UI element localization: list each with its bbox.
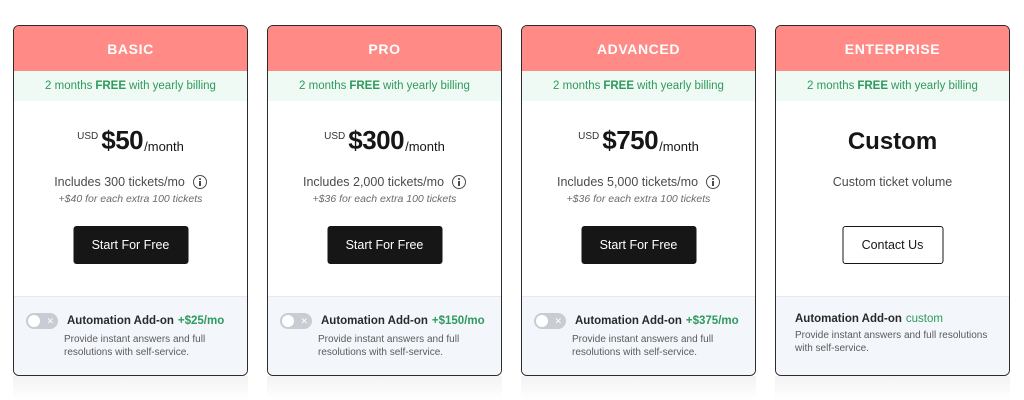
price-amount: $300 (348, 125, 405, 155)
promo-highlight: FREE (857, 80, 889, 92)
price: USD $750 /month (578, 125, 699, 161)
addon-description: Provide instant answers and full resolut… (318, 334, 460, 358)
toggle-off-icon: ✕ (554, 316, 562, 326)
addon-toggle[interactable]: ✕ (280, 313, 312, 329)
toggle-knob (28, 315, 40, 327)
yearly-billing-promo: 2 months FREE with yearly billing (268, 71, 501, 101)
promo-prefix: 2 months (553, 80, 601, 92)
start-for-free-button[interactable]: Start For Free (581, 226, 696, 264)
promo-suffix: with yearly billing (637, 80, 724, 92)
ticket-allowance: Includes 300 tickets/mo (54, 175, 207, 189)
promo-prefix: 2 months (807, 80, 855, 92)
promo-prefix: 2 months (299, 80, 347, 92)
addon-row: ✕ Automation Add-on +$25/mo (26, 313, 247, 329)
plan-card-basic: BASIC 2 months FREE with yearly billing … (13, 25, 248, 376)
yearly-billing-promo: 2 months FREE with yearly billing (14, 71, 247, 101)
addon-toggle[interactable]: ✕ (26, 313, 58, 329)
addon-row: ✕ Automation Add-on +$150/mo (280, 313, 501, 329)
price-amount: $750 (602, 125, 659, 155)
yearly-billing-promo: 2 months FREE with yearly billing (776, 71, 1009, 101)
addon-row: Automation Add-on custom (795, 313, 1009, 325)
ticket-allowance-text: Includes 5,000 tickets/mo (556, 175, 699, 189)
ticket-allowance-text: Custom ticket volume (832, 175, 953, 189)
pricing-plans: BASIC 2 months FREE with yearly billing … (0, 0, 1024, 400)
addon-title: Automation Add-on (67, 315, 174, 327)
card-shadow (775, 376, 1010, 400)
plan-body: USD $300 /month Includes 2,000 tickets/m… (268, 101, 501, 296)
toggle-knob (536, 315, 548, 327)
price-currency: USD (77, 131, 99, 142)
plan-card-enterprise: ENTERPRISE 2 months FREE with yearly bil… (775, 25, 1010, 376)
automation-addon: ✕ Automation Add-on +$25/mo Provide inst… (14, 296, 247, 375)
info-circle-icon[interactable] (706, 175, 721, 189)
ticket-allowance: Custom ticket volume (833, 175, 952, 189)
addon-row: ✕ Automation Add-on +$375/mo (534, 313, 755, 329)
price: Custom (848, 125, 937, 161)
card-shadow (13, 376, 248, 400)
promo-suffix: with yearly billing (129, 80, 216, 92)
price-period: /month (659, 139, 699, 154)
extra-ticket-price: +$36 for each extra 100 tickets (566, 193, 711, 205)
plan-name: ADVANCED (522, 26, 755, 71)
addon-description: Provide instant answers and full resolut… (64, 334, 206, 358)
yearly-billing-promo: 2 months FREE with yearly billing (522, 71, 755, 101)
addon-price: +$150/mo (431, 315, 485, 327)
price-currency: USD (324, 131, 346, 142)
price-period: /month (144, 139, 184, 154)
automation-addon: ✕ Automation Add-on +$150/mo Provide ins… (268, 296, 501, 375)
plan-body: USD $750 /month Includes 5,000 tickets/m… (522, 101, 755, 296)
price: USD $300 /month (324, 125, 445, 161)
promo-highlight: FREE (95, 80, 127, 92)
ticket-allowance-text: Includes 300 tickets/mo (54, 175, 185, 189)
plan-card-advanced: ADVANCED 2 months FREE with yearly billi… (521, 25, 756, 376)
addon-description: Provide instant answers and full resolut… (572, 334, 714, 358)
plan-name: BASIC (14, 26, 247, 71)
info-circle-icon[interactable] (192, 175, 207, 189)
addon-price: +$25/mo (177, 315, 225, 327)
addon-description: Provide instant answers and full resolut… (795, 330, 988, 354)
price-period: /month (405, 139, 445, 154)
plan-card-pro: PRO 2 months FREE with yearly billing US… (267, 25, 502, 376)
plan-body: Custom Custom ticket volume Contact Us (776, 101, 1009, 296)
start-for-free-button[interactable]: Start For Free (73, 226, 188, 264)
promo-suffix: with yearly billing (383, 80, 470, 92)
price-currency: USD (578, 131, 600, 142)
info-circle-icon[interactable] (452, 175, 467, 189)
automation-addon: Automation Add-on custom Provide instant… (776, 296, 1009, 375)
addon-title: Automation Add-on (575, 315, 682, 327)
toggle-knob (282, 315, 294, 327)
custom-price-title: Custom (847, 128, 938, 155)
addon-title: Automation Add-on (795, 313, 902, 325)
contact-us-button[interactable]: Contact Us (842, 226, 943, 264)
promo-highlight: FREE (603, 80, 635, 92)
addon-price: custom (905, 313, 943, 325)
promo-highlight: FREE (349, 80, 381, 92)
addon-price: +$375/mo (685, 315, 739, 327)
price-amount: $50 (101, 125, 144, 155)
toggle-off-icon: ✕ (46, 316, 54, 326)
card-shadow (521, 376, 756, 400)
extra-ticket-price: +$36 for each extra 100 tickets (312, 193, 457, 205)
plan-name: ENTERPRISE (776, 26, 1009, 71)
plan-body: USD $50 /month Includes 300 tickets/mo +… (14, 101, 247, 296)
addon-toggle[interactable]: ✕ (534, 313, 566, 329)
ticket-allowance: Includes 5,000 tickets/mo (556, 175, 721, 189)
ticket-allowance-text: Includes 2,000 tickets/mo (302, 175, 445, 189)
automation-addon: ✕ Automation Add-on +$375/mo Provide ins… (522, 296, 755, 375)
plan-name: PRO (268, 26, 501, 71)
toggle-off-icon: ✕ (300, 316, 308, 326)
price: USD $50 /month (77, 125, 184, 161)
card-shadow (267, 376, 502, 400)
start-for-free-button[interactable]: Start For Free (327, 226, 442, 264)
promo-suffix: with yearly billing (891, 80, 978, 92)
extra-ticket-price: +$40 for each extra 100 tickets (58, 193, 203, 205)
ticket-allowance: Includes 2,000 tickets/mo (302, 175, 467, 189)
promo-prefix: 2 months (45, 80, 93, 92)
addon-title: Automation Add-on (321, 315, 428, 327)
